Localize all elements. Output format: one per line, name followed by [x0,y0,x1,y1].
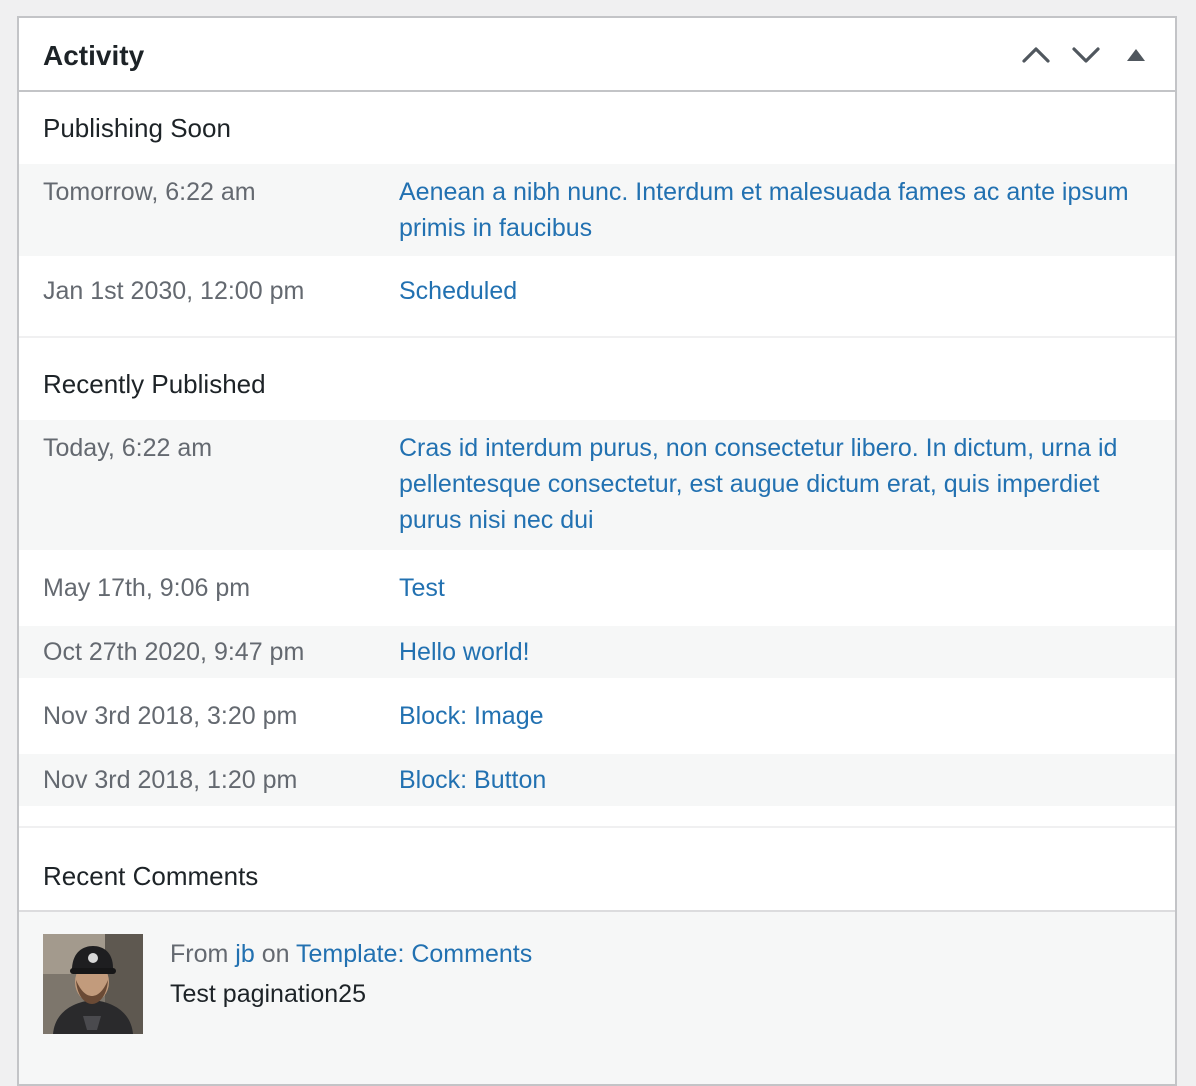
published-post-row: Oct 27th 2020, 9:47 pm Hello world! [19,626,1175,678]
avatar [43,934,143,1034]
recently-published-section: Recently Published Today, 6:22 am Cras i… [19,338,1175,828]
scheduled-post-row: Jan 1st 2030, 12:00 pm Scheduled [19,256,1175,336]
move-down-button[interactable] [1061,32,1111,78]
post-title-link[interactable]: Aenean a nibh nunc. Interdum et malesuad… [399,174,1151,246]
chevron-down-icon [1072,47,1100,63]
scheduled-post-row: Tomorrow, 6:22 am Aenean a nibh nunc. In… [19,164,1175,256]
comment-item: From jb on Template: Comments Test pagin… [19,912,1175,1084]
activity-widget: Activity Publishing Soon Tomorrow, 6:22 … [17,16,1177,1086]
post-date: Today, 6:22 am [43,434,213,462]
post-title-link[interactable]: Block: Button [399,762,1151,798]
avatar-image [43,934,143,1034]
publishing-soon-heading: Publishing Soon [43,112,231,143]
published-post-row: Nov 3rd 2018, 1:20 pm Block: Button [19,754,1175,806]
post-date: May 17th, 9:06 pm [43,574,251,602]
post-title-link[interactable]: Cras id interdum purus, non consectetur … [399,430,1151,538]
comment-meta: From jb on Template: Comments [170,936,532,972]
published-post-row: Nov 3rd 2018, 3:20 pm Block: Image [19,678,1175,754]
post-title-link[interactable]: Hello world! [399,634,1151,670]
move-up-button[interactable] [1011,32,1061,78]
post-title-link[interactable]: Block: Image [399,698,1151,734]
toggle-panel-button[interactable] [1111,32,1161,78]
post-title-link[interactable]: Test [399,570,1151,606]
publishing-soon-section: Publishing Soon Tomorrow, 6:22 am Aenean… [19,92,1175,338]
triangle-up-icon [1127,49,1145,61]
published-post-row: Today, 6:22 am Cras id interdum purus, n… [19,420,1175,550]
post-date: Jan 1st 2030, 12:00 pm [43,277,305,305]
comment-post-link[interactable]: Template: Comments [296,940,532,968]
comment-author-link[interactable]: jb [235,940,254,968]
post-date: Nov 3rd 2018, 3:20 pm [43,702,298,730]
recent-comments-section: Recent Comments From jb on Template: Com… [19,828,1175,1084]
chevron-up-icon [1022,47,1050,63]
from-label: From [170,940,229,968]
post-date: Oct 27th 2020, 9:47 pm [43,638,305,666]
widget-header: Activity [19,18,1175,92]
recent-comments-heading: Recent Comments [19,828,1175,912]
widget-handle-actions [1011,32,1161,78]
comment-excerpt: Test pagination25 [170,980,366,1008]
post-title-link[interactable]: Scheduled [399,273,1151,309]
post-date: Tomorrow, 6:22 am [43,178,256,206]
recently-published-heading: Recently Published [43,368,266,399]
published-post-row: May 17th, 9:06 pm Test [19,550,1175,626]
widget-title: Activity [43,40,145,71]
on-label: on [261,940,290,968]
post-date: Nov 3rd 2018, 1:20 pm [43,766,298,794]
